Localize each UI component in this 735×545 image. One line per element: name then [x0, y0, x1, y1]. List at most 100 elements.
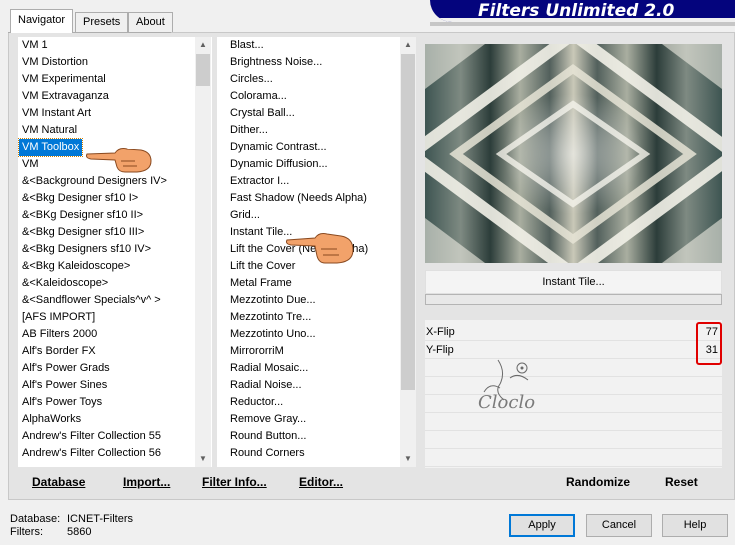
- list-item[interactable]: VM 1: [19, 37, 51, 54]
- list-item[interactable]: Colorama...: [227, 88, 290, 105]
- list-item[interactable]: Grid...: [227, 207, 263, 224]
- list-item[interactable]: Dither...: [227, 122, 271, 139]
- database-button[interactable]: Database: [32, 475, 85, 492]
- scroll-up-icon[interactable]: ▲: [400, 37, 416, 53]
- list-item[interactable]: VM Extravaganza: [19, 88, 112, 105]
- list-item-label: &<Sandflower Specials^v^ >: [22, 294, 161, 306]
- cloclo-watermark-logo: Cloclo: [470, 352, 566, 414]
- list-item[interactable]: Fast Shadow (Needs Alpha): [227, 190, 370, 207]
- tab-presets[interactable]: Presets: [75, 12, 129, 32]
- list-item[interactable]: Extractor I...: [227, 173, 292, 190]
- list-item[interactable]: &<Bkg Designer sf10 III>: [19, 224, 147, 241]
- list-item[interactable]: MirrororriM: [227, 343, 287, 360]
- list-item[interactable]: Alf's Power Grads: [19, 360, 113, 377]
- tab-navigator[interactable]: Navigator: [10, 9, 74, 33]
- randomize-button[interactable]: Randomize: [566, 475, 630, 489]
- list-item[interactable]: Remove Gray...: [227, 411, 309, 428]
- list-item[interactable]: &<BKg Designer sf10 II>: [19, 207, 146, 224]
- list-item[interactable]: Crystal Ball...: [227, 105, 298, 122]
- list-item-label: Round Button...: [230, 430, 307, 442]
- tab-about[interactable]: About: [128, 12, 173, 32]
- list-item[interactable]: Dynamic Contrast...: [227, 139, 330, 156]
- category-scrollbar[interactable]: ▲ ▼: [195, 37, 211, 467]
- list-item[interactable]: &<Bkg Kaleidoscope>: [19, 258, 133, 275]
- param-row-empty: [425, 450, 722, 467]
- status-database-value: ICNET-Filters: [67, 513, 133, 525]
- svg-text:Cloclo: Cloclo: [478, 392, 535, 413]
- list-item-label: Andrew's Filter Collection 56: [22, 447, 162, 459]
- list-item-label: Mezzotinto Tre...: [230, 311, 312, 323]
- list-item[interactable]: [AFS IMPORT]: [19, 309, 98, 326]
- param-row-x-flip[interactable]: X-Flip 77: [425, 324, 722, 341]
- list-item[interactable]: VM Experimental: [19, 71, 109, 88]
- list-item[interactable]: &<Bkg Designer sf10 I>: [19, 190, 141, 207]
- list-item[interactable]: Mezzotinto Tre...: [227, 309, 314, 326]
- app-title: Filters Unlimited 2.0: [478, 1, 675, 21]
- list-item-label: Round Corners: [230, 447, 305, 459]
- list-item-label: Alf's Power Toys: [22, 396, 103, 408]
- param-label: Y-Flip: [426, 344, 454, 356]
- filter-info-button[interactable]: Filter Info...: [202, 475, 267, 492]
- import-button[interactable]: Import...: [123, 475, 170, 492]
- list-item[interactable]: VM Natural: [19, 122, 80, 139]
- list-item-label: Blast...: [230, 39, 264, 51]
- list-item[interactable]: Mezzotinto Due...: [227, 292, 319, 309]
- list-item-label: Metal Frame: [230, 277, 292, 289]
- list-item-label: VM: [22, 158, 39, 170]
- category-list[interactable]: VM 1 VM Distortion VM Experimental VM Extra…: [18, 37, 212, 467]
- list-item[interactable]: VM Distortion: [19, 54, 91, 71]
- list-item-label: Mezzotinto Due...: [230, 294, 316, 306]
- list-item[interactable]: Alf's Power Toys: [19, 394, 105, 411]
- list-item[interactable]: Circles...: [227, 71, 276, 88]
- list-item[interactable]: Blast...: [227, 37, 267, 54]
- list-item[interactable]: Round Corners: [227, 445, 308, 462]
- reset-button[interactable]: Reset: [665, 475, 698, 489]
- scrollbar-thumb[interactable]: [401, 54, 415, 390]
- list-item-label: Andrew's Filter Collection 55: [22, 430, 162, 442]
- list-item[interactable]: VM: [19, 156, 42, 173]
- list-item-label: VM Distortion: [22, 56, 89, 68]
- list-item[interactable]: Metal Frame: [227, 275, 295, 292]
- list-item[interactable]: Radial Noise...: [227, 377, 305, 394]
- scroll-down-icon[interactable]: ▼: [400, 451, 416, 467]
- param-label: X-Flip: [426, 326, 455, 338]
- list-item[interactable]: Reductor...: [227, 394, 286, 411]
- list-item[interactable]: Alf's Power Sines: [19, 377, 110, 394]
- list-item[interactable]: Alf's Border FX: [19, 343, 99, 360]
- list-item-label: &<BKg Designer sf10 II>: [22, 209, 144, 221]
- list-item[interactable]: &<Bkg Designers sf10 IV>: [19, 241, 154, 258]
- list-item[interactable]: Dynamic Diffusion...: [227, 156, 331, 173]
- pointing-hand-icon: [86, 148, 152, 173]
- list-item-label: Reductor...: [230, 396, 284, 408]
- list-item-label: AlphaWorks: [22, 413, 82, 425]
- apply-button[interactable]: Apply: [509, 514, 575, 537]
- scroll-up-icon[interactable]: ▲: [195, 37, 211, 53]
- filter-scrollbar[interactable]: ▲ ▼: [400, 37, 416, 467]
- list-item-label: Remove Gray...: [230, 413, 307, 425]
- list-item-label: Mezzotinto Uno...: [230, 328, 316, 340]
- list-item[interactable]: Brightness Noise...: [227, 54, 325, 71]
- list-item[interactable]: Andrew's Filter Collection 56: [19, 445, 164, 462]
- editor-button[interactable]: Editor...: [299, 475, 343, 492]
- help-button[interactable]: Help: [662, 514, 728, 537]
- list-item[interactable]: AB Filters 2000: [19, 326, 100, 343]
- scrollbar-thumb[interactable]: [196, 54, 210, 86]
- list-item-label: Circles...: [230, 73, 273, 85]
- list-item[interactable]: Andrew's Filter Collection 55: [19, 428, 164, 445]
- list-item[interactable]: &<Sandflower Specials^v^ >: [19, 292, 164, 309]
- scroll-down-icon[interactable]: ▼: [195, 451, 211, 467]
- list-item-label: &<Bkg Kaleidoscope>: [22, 260, 131, 272]
- list-item[interactable]: &<Kaleidoscope>: [19, 275, 111, 292]
- list-item-label: Crystal Ball...: [230, 107, 295, 119]
- list-item[interactable]: VM Instant Art: [19, 105, 94, 122]
- list-item[interactable]: Radial Mosaic...: [227, 360, 311, 377]
- cancel-button[interactable]: Cancel: [586, 514, 652, 537]
- list-item[interactable]: Mezzotinto Uno...: [227, 326, 319, 343]
- list-item[interactable]: Round Button...: [227, 428, 309, 445]
- list-item[interactable]: &<Background Designers IV>: [19, 173, 170, 190]
- status-filters-value: 5860: [67, 526, 92, 538]
- list-item-label: Radial Noise...: [230, 379, 302, 391]
- list-item[interactable]: AlphaWorks: [19, 411, 84, 428]
- list-item[interactable]: VM Toolbox: [18, 138, 84, 157]
- list-item-label: Radial Mosaic...: [230, 362, 309, 374]
